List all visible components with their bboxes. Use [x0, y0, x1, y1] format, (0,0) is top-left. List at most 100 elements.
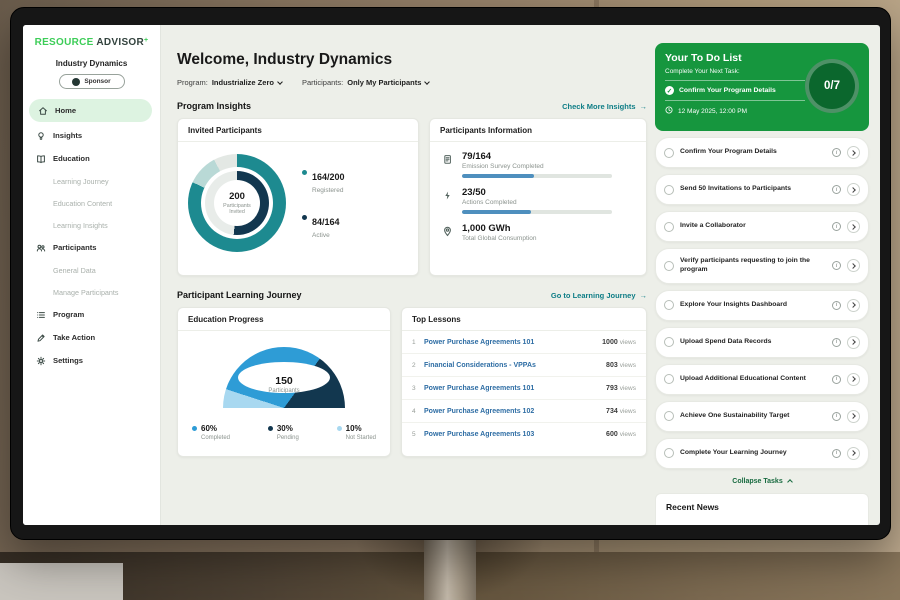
task-checkbox[interactable] — [664, 261, 674, 271]
sidebar: RESOURCE ADVISOR+ Industry Dynamics Spon… — [23, 25, 161, 525]
todo-next-task[interactable]: ✓ Confirm Your Program Details — [665, 80, 805, 101]
chevron-right-icon[interactable] — [847, 410, 860, 423]
sidebar-item-participants[interactable]: Participants — [23, 236, 160, 259]
task-checkbox[interactable] — [664, 337, 674, 347]
stat-label: Total Global Consumption — [462, 235, 536, 242]
check-more-insights-link[interactable]: Check More Insights → — [562, 102, 647, 111]
task-checkbox[interactable] — [664, 374, 674, 384]
chevron-right-icon[interactable] — [847, 183, 860, 196]
task-item[interactable]: Upload Additional Educational Content i — [655, 364, 869, 395]
survey-icon — [442, 152, 453, 178]
link-label: Check More Insights — [562, 102, 635, 111]
todo-progress-value: 0/7 — [824, 80, 840, 92]
arrow-right-icon: → — [640, 291, 648, 300]
task-item[interactable]: Explore Your Insights Dashboard i — [655, 290, 869, 321]
org-name: Industry Dynamics — [23, 59, 160, 68]
info-icon[interactable]: i — [832, 449, 841, 458]
sidebar-item-general-data[interactable]: General Data — [23, 259, 160, 281]
desk-object — [0, 563, 123, 600]
task-label: Confirm Your Program Details — [680, 148, 826, 157]
monitor-stand — [424, 538, 476, 600]
info-icon[interactable]: i — [832, 222, 841, 231]
task-item[interactable]: Invite a Collaborator i — [655, 211, 869, 242]
card-title: Top Lessons — [402, 308, 646, 331]
sponsor-badge[interactable]: Sponsor — [59, 74, 125, 89]
education-progress-card: Education Progress 150 Participants 60 — [177, 307, 391, 457]
link-label: Go to Learning Journey — [551, 291, 636, 300]
task-checkbox[interactable] — [664, 411, 674, 421]
chevron-right-icon[interactable] — [847, 299, 860, 312]
stat-global-consumption: 1,000 GWh Total Global Consumption — [430, 214, 646, 242]
lesson-link[interactable]: Power Purchase Agreements 102 — [424, 408, 606, 415]
info-icon[interactable]: i — [832, 375, 841, 384]
task-item[interactable]: Complete Your Learning Journey i — [655, 438, 869, 469]
sidebar-item-education[interactable]: Education — [23, 147, 160, 170]
donut-center-label: Participants Invited — [214, 203, 260, 215]
chevron-right-icon[interactable] — [847, 447, 860, 460]
page-title: Welcome, Industry Dynamics — [177, 51, 647, 69]
info-icon[interactable]: i — [832, 338, 841, 347]
sidebar-item-label: Participants — [53, 243, 96, 252]
lesson-link[interactable]: Power Purchase Agreements 101 — [424, 385, 606, 392]
lesson-link[interactable]: Power Purchase Agreements 103 — [424, 431, 606, 438]
task-item[interactable]: Upload Spend Data Records i — [655, 327, 869, 358]
sponsor-label: Sponsor — [84, 78, 110, 85]
task-checkbox[interactable] — [664, 185, 674, 195]
lesson-views-count: 1000 — [602, 339, 618, 346]
info-icon[interactable]: i — [832, 261, 841, 270]
sidebar-item-home[interactable]: Home — [29, 99, 152, 122]
sidebar-item-label: Take Action — [53, 333, 95, 342]
lesson-link[interactable]: Financial Considerations - VPPAs — [424, 362, 606, 369]
task-checkbox[interactable] — [664, 448, 674, 458]
task-checkbox[interactable] — [664, 300, 674, 310]
sidebar-item-take-action[interactable]: Take Action — [23, 326, 160, 349]
collapse-tasks-button[interactable]: Collapse Tasks — [655, 478, 869, 485]
stat-label: Actions Completed — [462, 199, 612, 206]
chevron-right-icon[interactable] — [847, 336, 860, 349]
task-item[interactable]: Send 50 Invitations to Participants i — [655, 174, 869, 205]
lesson-views-count: 600 — [606, 431, 618, 438]
sidebar-item-program[interactable]: Program — [23, 303, 160, 326]
card-title: Education Progress — [178, 308, 390, 331]
lesson-rank: 5 — [412, 431, 424, 438]
lesson-link[interactable]: Power Purchase Agreements 101 — [424, 339, 602, 346]
info-icon[interactable]: i — [832, 301, 841, 310]
program-filter[interactable]: Program: Industrialize Zero — [177, 78, 282, 87]
task-checkbox[interactable] — [664, 222, 674, 232]
progress-bar — [462, 174, 612, 178]
chevron-right-icon[interactable] — [847, 146, 860, 159]
chevron-down-icon — [425, 79, 431, 85]
task-label: Upload Spend Data Records — [680, 338, 826, 347]
legend-registered: 164/200 Registered — [302, 167, 345, 194]
chevron-right-icon[interactable] — [847, 373, 860, 386]
task-label: Upload Additional Educational Content — [680, 375, 826, 384]
info-icon[interactable]: i — [832, 412, 841, 421]
task-item[interactable]: Confirm Your Program Details i — [655, 137, 869, 168]
sidebar-item-education-content[interactable]: Education Content — [23, 192, 160, 214]
filters-row: Program: Industrialize Zero Participants… — [177, 78, 647, 87]
insights-cards-row: Invited Participants 200 Participants In… — [177, 118, 647, 276]
task-checkbox[interactable] — [664, 148, 674, 158]
sidebar-item-insights[interactable]: Insights — [23, 124, 160, 147]
sidebar-item-learning-insights[interactable]: Learning Insights — [23, 214, 160, 236]
task-item[interactable]: Achieve One Sustainability Target i — [655, 401, 869, 432]
sidebar-item-manage-participants[interactable]: Manage Participants — [23, 281, 160, 303]
participants-filter[interactable]: Participants: Only My Participants — [302, 78, 429, 87]
go-to-learning-journey-link[interactable]: Go to Learning Journey → — [551, 291, 647, 300]
chevron-right-icon[interactable] — [847, 259, 860, 272]
chevron-up-icon — [787, 479, 793, 485]
info-icon[interactable]: i — [832, 185, 841, 194]
todo-panel: Your To Do List Complete Your Next Task:… — [655, 43, 869, 525]
screen: RESOURCE ADVISOR+ Industry Dynamics Spon… — [23, 25, 880, 525]
donut-center-value: 200 — [229, 191, 245, 202]
info-icon[interactable]: i — [832, 148, 841, 157]
card-title: Participants Information — [430, 119, 646, 142]
lesson-views-label: views — [620, 362, 636, 369]
task-item[interactable]: Verify participants requesting to join t… — [655, 248, 869, 284]
chevron-right-icon[interactable] — [847, 220, 860, 233]
people-icon — [35, 243, 46, 253]
sidebar-item-settings[interactable]: Settings — [23, 349, 160, 372]
sidebar-item-learning-journey[interactable]: Learning Journey — [23, 170, 160, 192]
lesson-views-count: 793 — [606, 385, 618, 392]
logo-part2: ADVISOR — [96, 37, 144, 48]
